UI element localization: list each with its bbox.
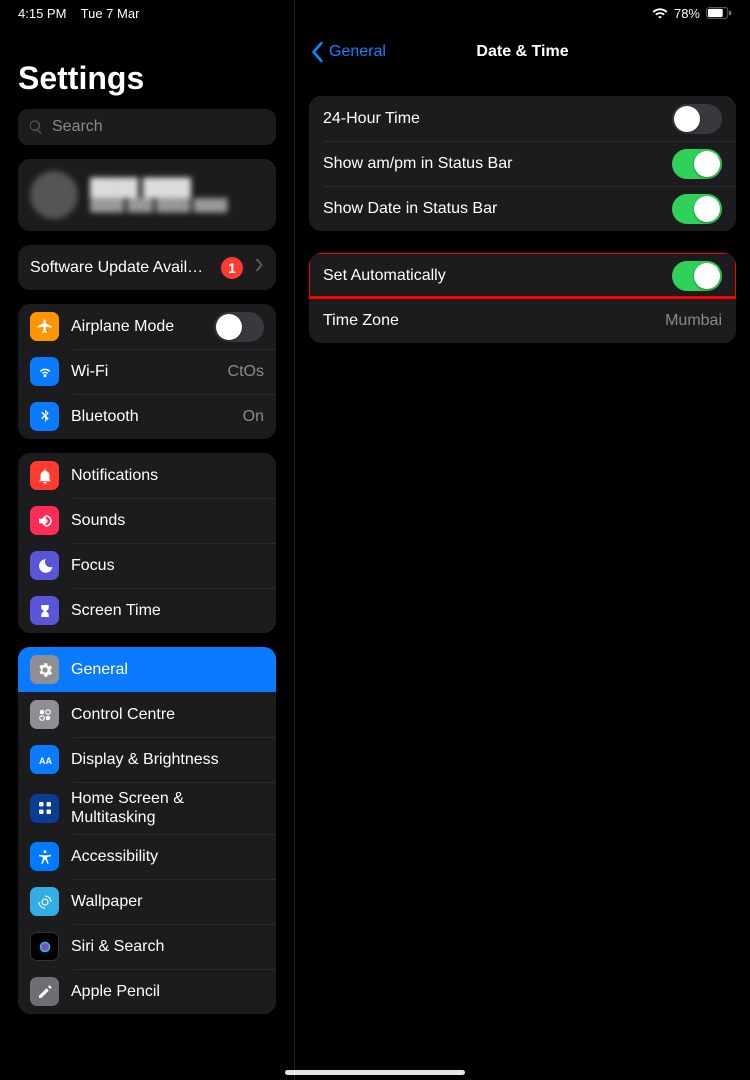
bluetooth-icon — [30, 402, 59, 431]
sidebar-item-control-centre[interactable]: Control Centre — [18, 692, 276, 737]
siri-label: Siri & Search — [71, 938, 264, 956]
sidebar-item-screentime[interactable]: Screen Time — [18, 588, 276, 633]
homescreen-label: Home Screen & Multitasking — [71, 789, 264, 827]
sidebar-item-wifi[interactable]: Wi-Fi CtOs — [18, 349, 276, 394]
sidebar-item-wallpaper[interactable]: Wallpaper — [18, 879, 276, 924]
notifications-icon — [30, 461, 59, 490]
row-set-automatically[interactable]: Set Automatically — [309, 253, 736, 298]
svg-text:AA: AA — [39, 755, 52, 765]
row-24hour-label: 24-Hour Time — [323, 110, 660, 128]
wallpaper-label: Wallpaper — [71, 893, 264, 911]
row-timezone-value: Mumbai — [665, 312, 722, 330]
wifi-app-icon — [30, 357, 59, 386]
software-update-badge: 1 — [221, 257, 243, 279]
row-ampm-label: Show am/pm in Status Bar — [323, 155, 660, 173]
pencil-icon — [30, 977, 59, 1006]
focus-label: Focus — [71, 557, 264, 575]
general-label: General — [71, 661, 264, 679]
screentime-icon — [30, 596, 59, 625]
pencil-label: Apple Pencil — [71, 983, 264, 1001]
accessibility-label: Accessibility — [71, 848, 264, 866]
row-timezone-label: Time Zone — [323, 312, 653, 330]
detail-navbar: General Date & Time — [295, 30, 750, 74]
sidebar-item-siri[interactable]: Siri & Search — [18, 924, 276, 969]
sounds-icon — [30, 506, 59, 535]
sidebar-item-accessibility[interactable]: Accessibility — [18, 834, 276, 879]
bluetooth-value: On — [243, 408, 264, 426]
settings-sidebar: Settings ████ ████ ████ ███ ████ ████ So… — [0, 0, 295, 1080]
toggle-set-automatically[interactable] — [672, 261, 722, 291]
profile-card[interactable]: ████ ████ ████ ███ ████ ████ — [18, 159, 276, 231]
wifi-label: Wi-Fi — [71, 363, 216, 381]
general-icon — [30, 655, 59, 684]
back-label: General — [329, 43, 386, 61]
control-centre-label: Control Centre — [71, 706, 264, 724]
display-label: Display & Brightness — [71, 751, 264, 769]
chevron-left-icon — [309, 41, 327, 63]
toggle-date[interactable] — [672, 194, 722, 224]
sidebar-item-pencil[interactable]: Apple Pencil — [18, 969, 276, 1014]
sidebar-item-display[interactable]: AA Display & Brightness — [18, 737, 276, 782]
wallpaper-icon — [30, 887, 59, 916]
sidebar-item-notifications[interactable]: Notifications — [18, 453, 276, 498]
software-update-label: Software Update Avail… — [30, 259, 209, 277]
sidebar-item-bluetooth[interactable]: Bluetooth On — [18, 394, 276, 439]
accessibility-icon — [30, 842, 59, 871]
chevron-right-icon — [255, 258, 264, 277]
home-indicator[interactable] — [285, 1070, 465, 1075]
sounds-label: Sounds — [71, 512, 264, 530]
sidebar-item-sounds[interactable]: Sounds — [18, 498, 276, 543]
sidebar-item-focus[interactable]: Focus — [18, 543, 276, 588]
detail-pane: General Date & Time 24-Hour Time Show am… — [295, 0, 750, 1080]
back-button[interactable]: General — [309, 41, 386, 63]
wifi-value: CtOs — [228, 363, 264, 381]
airplane-toggle[interactable] — [214, 312, 264, 342]
bluetooth-label: Bluetooth — [71, 408, 231, 426]
row-ampm-statusbar[interactable]: Show am/pm in Status Bar — [309, 141, 736, 186]
page-title: Settings — [0, 30, 294, 109]
row-date-statusbar[interactable]: Show Date in Status Bar — [309, 186, 736, 231]
airplane-icon — [30, 312, 59, 341]
row-timezone[interactable]: Time Zone Mumbai — [309, 298, 736, 343]
highlight-box: Set Automatically — [309, 253, 736, 298]
focus-icon — [30, 551, 59, 580]
screentime-label: Screen Time — [71, 602, 264, 620]
homescreen-icon — [30, 794, 59, 823]
sidebar-item-airplane[interactable]: Airplane Mode — [18, 304, 276, 349]
airplane-label: Airplane Mode — [71, 318, 202, 336]
software-update-row[interactable]: Software Update Avail… 1 — [18, 245, 276, 290]
notifications-label: Notifications — [71, 467, 264, 485]
sidebar-item-homescreen[interactable]: Home Screen & Multitasking — [18, 782, 276, 834]
row-date-label: Show Date in Status Bar — [323, 200, 660, 218]
toggle-ampm[interactable] — [672, 149, 722, 179]
search-input[interactable] — [52, 118, 266, 136]
toggle-24hour[interactable] — [672, 104, 722, 134]
display-icon: AA — [30, 745, 59, 774]
sidebar-item-general[interactable]: General — [18, 647, 276, 692]
control-centre-icon — [30, 700, 59, 729]
search-icon — [28, 119, 44, 135]
row-24hour[interactable]: 24-Hour Time — [309, 96, 736, 141]
siri-icon — [30, 932, 59, 961]
search-field[interactable] — [18, 109, 276, 145]
avatar — [30, 171, 78, 219]
row-auto-label: Set Automatically — [323, 267, 660, 285]
